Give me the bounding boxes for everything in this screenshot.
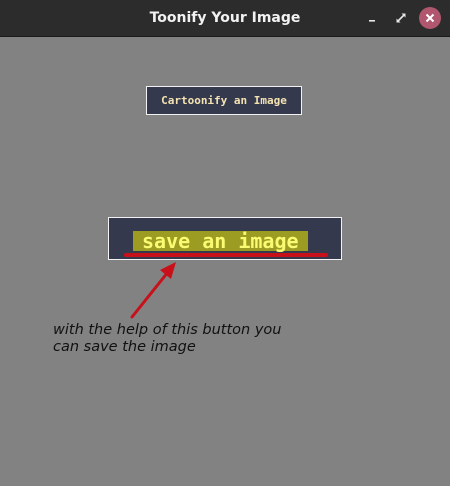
annotation-text: with the help of this button you can sav… [53,322,282,355]
app-window: Toonify Your Image Cartoonify an Image s… [0,0,450,486]
annotation-arrow [130,262,176,319]
